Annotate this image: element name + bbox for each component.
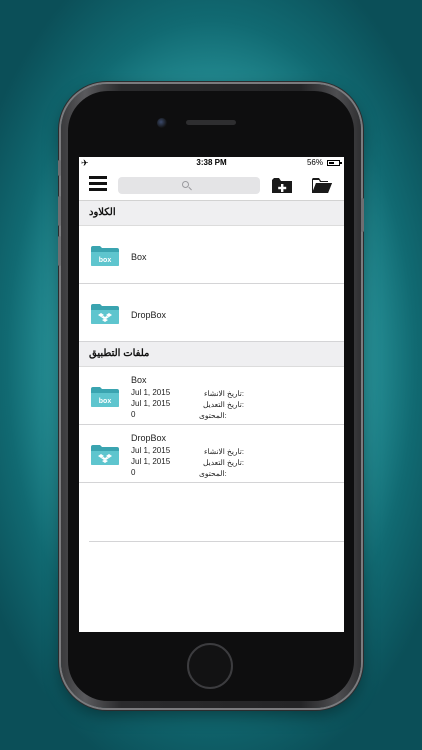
battery-percent: 56% xyxy=(306,158,323,167)
created-date: Jul 1, 2015 xyxy=(131,446,171,455)
file-row-dropbox[interactable]: DropBox Jul 1, 2015 Jul 1, 2015 0 تاريخ … xyxy=(79,425,344,483)
home-button[interactable] xyxy=(187,643,233,689)
list-item-cloud-box[interactable]: box Box xyxy=(79,226,344,284)
list-separator xyxy=(89,541,344,542)
search-icon xyxy=(182,181,189,188)
toolbar xyxy=(79,170,344,201)
file-name: Box xyxy=(131,375,147,385)
search-input[interactable] xyxy=(118,177,260,194)
battery-icon xyxy=(327,160,342,166)
file-row-box[interactable]: box Box Jul 1, 2015 Jul 1, 2015 0 تاريخ … xyxy=(79,367,344,425)
power-button xyxy=(361,198,364,232)
created-label: تاريخ الانشاء: xyxy=(203,447,244,456)
volume-up-button xyxy=(58,196,61,226)
modified-label: تاريخ التعديل: xyxy=(202,458,244,467)
box-folder-icon: box xyxy=(91,246,119,266)
svg-text:box: box xyxy=(99,398,112,405)
content-label: المحتوى: xyxy=(199,469,227,478)
modified-label: تاريخ التعديل: xyxy=(202,400,244,409)
section-header-cloud: الكلاود xyxy=(79,201,344,226)
folder-open-icon[interactable] xyxy=(311,175,333,195)
dropbox-folder-icon xyxy=(91,304,119,324)
content-count: 0 xyxy=(131,468,136,477)
status-bar: ✈ 3:38 PM 56% xyxy=(79,157,344,170)
content-count: 0 xyxy=(131,410,136,419)
content-label: المحتوى: xyxy=(199,411,227,420)
file-name: DropBox xyxy=(131,433,167,443)
modified-date: Jul 1, 2015 xyxy=(131,399,171,408)
svg-text:box: box xyxy=(99,257,112,264)
created-date: Jul 1, 2015 xyxy=(131,388,171,397)
front-camera xyxy=(157,118,167,128)
earpiece-speaker xyxy=(186,120,236,125)
section-title: ملفات التطبيق xyxy=(89,348,150,359)
modified-date: Jul 1, 2015 xyxy=(131,457,171,466)
mute-switch xyxy=(58,160,61,176)
box-folder-icon: box xyxy=(91,387,119,407)
hamburger-icon[interactable] xyxy=(89,176,107,192)
list-item-label: Box xyxy=(131,252,147,262)
list-item-label: DropBox xyxy=(131,310,167,320)
created-label: تاريخ الانشاء: xyxy=(203,389,244,398)
volume-down-button xyxy=(58,236,61,266)
app-screen: ✈ 3:38 PM 56% الكلاود box Box DropBox مل… xyxy=(79,157,344,632)
dropbox-folder-icon xyxy=(91,445,119,465)
list-item-cloud-dropbox[interactable]: DropBox xyxy=(79,284,344,342)
section-title: الكلاود xyxy=(89,207,116,218)
status-time: 3:38 PM xyxy=(196,158,227,167)
folder-add-icon[interactable] xyxy=(271,175,293,195)
section-header-app-files: ملفات التطبيق xyxy=(79,342,344,367)
